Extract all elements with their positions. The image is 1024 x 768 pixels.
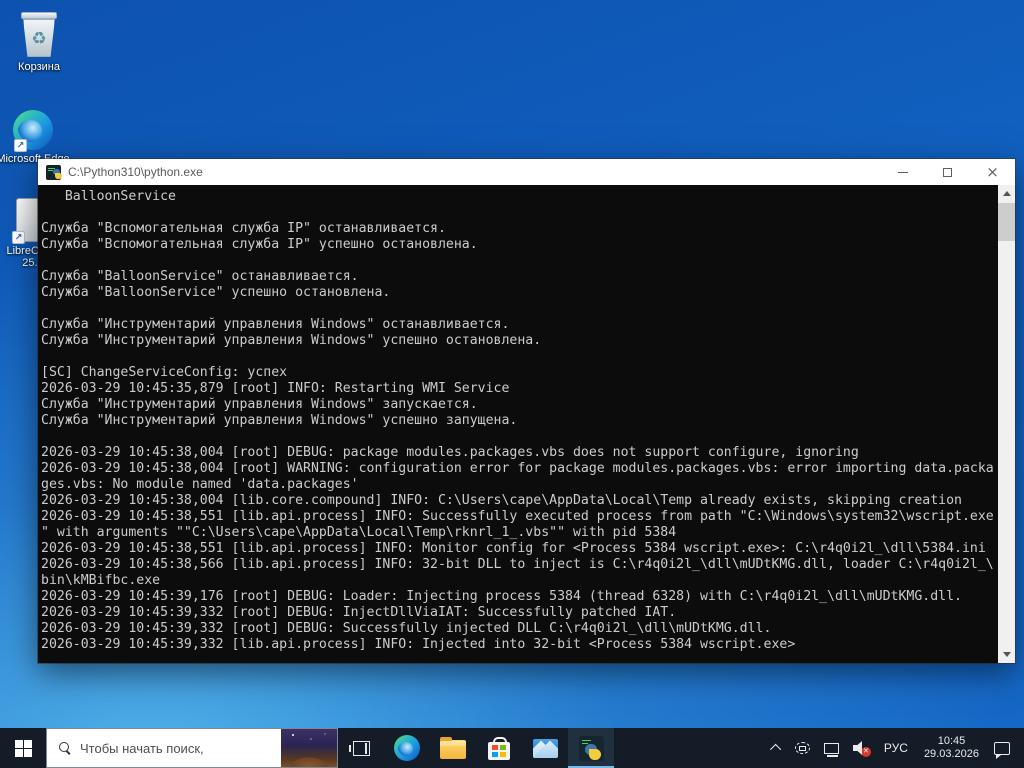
console-line: 2026-03-29 10:45:39,332 [lib.api.process… bbox=[41, 637, 995, 653]
console-line: 2026-03-29 10:45:38,004 [root] WARNING: … bbox=[41, 461, 995, 477]
shortcut-arrow-icon: ↗ bbox=[14, 139, 27, 152]
console-line: Служба "Инструментарий управления Window… bbox=[41, 317, 995, 333]
scroll-down-button[interactable] bbox=[998, 646, 1015, 663]
search-highlight-image[interactable] bbox=[281, 729, 337, 767]
console-line: Служба "Вспомогательная служба IP" остан… bbox=[41, 221, 995, 237]
clock-time: 10:45 bbox=[924, 735, 979, 748]
file-explorer-icon bbox=[440, 740, 466, 759]
maximize-icon bbox=[943, 168, 952, 177]
close-button[interactable]: × bbox=[970, 159, 1015, 185]
shortcut-arrow-icon: ↗ bbox=[12, 231, 25, 244]
volume-button[interactable]: ✕ bbox=[846, 728, 876, 768]
recycle-bin-lid bbox=[21, 12, 57, 19]
edge-icon bbox=[394, 735, 420, 761]
desktop-icon-label: Корзина bbox=[2, 61, 76, 73]
action-center-button[interactable] bbox=[987, 728, 1024, 768]
console-line bbox=[41, 253, 995, 269]
console-line: 2026-03-29 10:45:38,566 [lib.api.process… bbox=[41, 557, 995, 573]
console-line: " with arguments ""C:\Users\cape\AppData… bbox=[41, 525, 995, 541]
console-line: 2026-03-29 10:45:38,551 [lib.api.process… bbox=[41, 541, 995, 557]
desktop-icon-edge[interactable]: ↗ Microsoft Edge bbox=[0, 110, 70, 165]
recycle-symbol: ♻ bbox=[31, 30, 46, 47]
taskbar-file-explorer-button[interactable] bbox=[430, 728, 476, 768]
console-line: Служба "Инструментарий управления Window… bbox=[41, 333, 995, 349]
scrollbar[interactable] bbox=[998, 185, 1015, 663]
python-console-icon bbox=[579, 736, 604, 761]
taskbar-search[interactable] bbox=[46, 728, 338, 768]
scroll-up-icon bbox=[1003, 191, 1011, 196]
desktop-icon-recycle-bin[interactable]: ♻ Корзина bbox=[2, 12, 76, 73]
console-line: BalloonService bbox=[41, 189, 995, 205]
python-console-icon bbox=[46, 165, 61, 180]
desktop: ♻ Корзина ↗ Microsoft Edge ↗ LibreOffice… bbox=[0, 0, 1024, 768]
taskbar-python-console-button[interactable] bbox=[568, 728, 614, 768]
connect-display-button[interactable] bbox=[788, 728, 817, 768]
console-line bbox=[41, 349, 995, 365]
mail-icon bbox=[533, 739, 558, 758]
minimize-icon bbox=[898, 172, 908, 173]
console-line: 2026-03-29 10:45:38,004 [lib.core.compou… bbox=[41, 493, 995, 509]
console-line bbox=[41, 301, 995, 317]
console-line bbox=[41, 205, 995, 221]
microsoft-store-icon bbox=[488, 742, 510, 760]
window-titlebar[interactable]: C:\Python310\python.exe × bbox=[38, 159, 1015, 185]
console-line: 2026-03-29 10:45:39,332 [root] DEBUG: In… bbox=[41, 605, 995, 621]
taskbar-clock[interactable]: 10:45 29.03.2026 bbox=[916, 728, 987, 768]
console-line: 2026-03-29 10:45:38,004 [root] DEBUG: pa… bbox=[41, 445, 995, 461]
taskbar-task-view-button[interactable] bbox=[338, 728, 384, 768]
window-title: C:\Python310\python.exe bbox=[68, 165, 880, 179]
network-icon bbox=[824, 743, 839, 754]
search-icon bbox=[59, 742, 71, 754]
console-line: 2026-03-29 10:45:39,176 [root] DEBUG: Lo… bbox=[41, 589, 995, 605]
console-line: Служба "BalloonService" успешно остановл… bbox=[41, 285, 995, 301]
system-tray: ✕ РУС 10:45 29.03.2026 bbox=[766, 728, 1024, 768]
console-line: 2026-03-29 10:45:38,551 [lib.api.process… bbox=[41, 509, 995, 525]
show-hidden-icons-button[interactable] bbox=[766, 728, 788, 768]
scroll-up-button[interactable] bbox=[998, 185, 1015, 202]
console-window: C:\Python310\python.exe × BalloonService… bbox=[38, 159, 1015, 663]
console-body: BalloonService Служба "Вспомогательная с… bbox=[38, 185, 1015, 663]
network-button[interactable] bbox=[817, 728, 846, 768]
scrollbar-thumb[interactable] bbox=[998, 203, 1015, 241]
taskbar-mail-button[interactable] bbox=[522, 728, 568, 768]
task-view-icon bbox=[353, 741, 370, 756]
edge-icon: ↗ bbox=[13, 110, 53, 150]
console-line: bin\kMBifbc.exe bbox=[41, 573, 995, 589]
minimize-button[interactable] bbox=[880, 159, 925, 185]
console-line: ges.vbs: No module named 'data.packages' bbox=[41, 477, 995, 493]
volume-muted-badge: ✕ bbox=[861, 747, 871, 757]
start-button[interactable] bbox=[0, 728, 46, 768]
language-indicator[interactable]: РУС bbox=[876, 728, 916, 768]
console-line: Служба "Вспомогательная служба IP" успеш… bbox=[41, 237, 995, 253]
chevron-up-icon bbox=[770, 744, 781, 755]
maximize-button[interactable] bbox=[925, 159, 970, 185]
recycle-bin-icon: ♻ bbox=[19, 12, 59, 58]
search-input[interactable] bbox=[80, 741, 281, 756]
scroll-down-icon bbox=[1003, 652, 1011, 657]
console-line bbox=[41, 429, 995, 445]
action-center-icon bbox=[994, 742, 1010, 755]
console-output: BalloonService Служба "Вспомогательная с… bbox=[41, 189, 995, 653]
close-icon: × bbox=[986, 165, 999, 180]
console-line: 2026-03-29 10:45:39,332 [root] DEBUG: Su… bbox=[41, 621, 995, 637]
console-line: Служба "Инструментарий управления Window… bbox=[41, 397, 995, 413]
console-line: Служба "BalloonService" останавливается. bbox=[41, 269, 995, 285]
console-line: 2026-03-29 10:45:35,879 [root] INFO: Res… bbox=[41, 381, 995, 397]
recycle-bin-body: ♻ bbox=[23, 19, 55, 57]
store-windows-grid bbox=[492, 745, 506, 757]
volume-muted-icon: ✕ bbox=[853, 741, 869, 755]
taskbar-edge-button[interactable] bbox=[384, 728, 430, 768]
taskbar: ✕ РУС 10:45 29.03.2026 bbox=[0, 728, 1024, 768]
windows-logo-icon bbox=[15, 740, 32, 757]
clock-date: 29.03.2026 bbox=[924, 748, 979, 761]
console-line: [SC] ChangeServiceConfig: успех bbox=[41, 365, 995, 381]
taskbar-store-button[interactable] bbox=[476, 728, 522, 768]
connect-display-icon bbox=[795, 742, 810, 754]
console-line: Служба "Инструментарий управления Window… bbox=[41, 413, 995, 429]
